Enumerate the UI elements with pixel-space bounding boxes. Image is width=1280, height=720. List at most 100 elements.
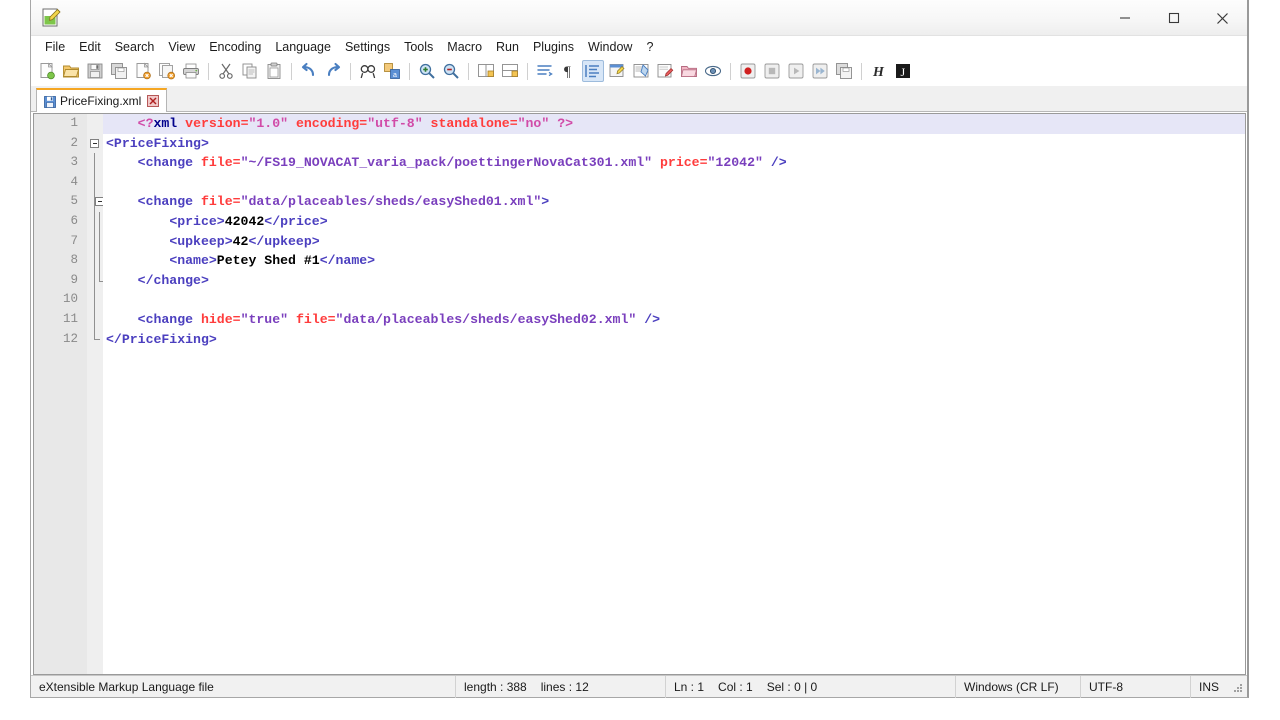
menu-item-view[interactable]: View: [161, 38, 202, 56]
paste-icon[interactable]: [263, 60, 285, 82]
menu-item-language[interactable]: Language: [268, 38, 338, 56]
code-line[interactable]: <change file="data/placeables/sheds/easy…: [103, 192, 1245, 212]
function-list-icon[interactable]: [654, 60, 676, 82]
save-macro-icon[interactable]: [833, 60, 855, 82]
stop-recording-icon[interactable]: [761, 60, 783, 82]
close-button[interactable]: [1198, 0, 1247, 36]
code-token: [288, 312, 296, 327]
menu-item-file[interactable]: File: [38, 38, 72, 56]
code-token: />: [771, 155, 787, 170]
menu-item-plugins[interactable]: Plugins: [526, 38, 581, 56]
code-token: [423, 116, 431, 131]
code-token: <upkeep>: [169, 234, 232, 249]
code-line[interactable]: </change>: [103, 271, 1245, 291]
document-map-icon[interactable]: [630, 60, 652, 82]
code-token: [106, 234, 169, 249]
code-token: Petey Shed #1: [217, 253, 320, 268]
status-insert-mode: INS: [1191, 676, 1236, 698]
line-number: 2: [34, 134, 87, 154]
copy-icon[interactable]: [239, 60, 261, 82]
monitoring-icon[interactable]: [702, 60, 724, 82]
code-token: price: [660, 155, 700, 170]
sync-horizontal-scroll-icon[interactable]: [499, 60, 521, 82]
folder-as-workspace-icon[interactable]: [678, 60, 700, 82]
fold-toggle-icon[interactable]: [90, 139, 99, 148]
resize-grip-icon[interactable]: [1232, 682, 1244, 694]
replace-icon[interactable]: a: [381, 60, 403, 82]
code-token: "data/placeables/sheds/easyShed02.xml": [336, 312, 637, 327]
menu-item-run[interactable]: Run: [489, 38, 526, 56]
code-line[interactable]: <upkeep>42</upkeep>: [103, 232, 1245, 252]
code-token: </PriceFixing>: [106, 332, 217, 347]
close-tab-icon[interactable]: [147, 95, 159, 107]
toolbar: a ¶ HJ: [31, 58, 1247, 84]
menu-item-[interactable]: ?: [639, 38, 660, 56]
code-token: "no": [518, 116, 550, 131]
undo-icon[interactable]: [298, 60, 320, 82]
code-token: 42: [233, 234, 249, 249]
zoom-out-icon[interactable]: [440, 60, 462, 82]
run-macro-multiple-icon[interactable]: [809, 60, 831, 82]
code-token: version: [185, 116, 240, 131]
h-format-icon[interactable]: H: [868, 60, 890, 82]
code-line[interactable]: <change file="~/FS19_NOVACAT_varia_pack/…: [103, 153, 1245, 173]
code-token: />: [644, 312, 660, 327]
new-file-icon[interactable]: [36, 60, 58, 82]
save-icon[interactable]: [84, 60, 106, 82]
editor[interactable]: 123456789101112 <?xml version="1.0" enco…: [33, 113, 1246, 675]
menu-item-macro[interactable]: Macro: [440, 38, 489, 56]
show-all-characters-icon[interactable]: ¶: [558, 60, 580, 82]
code-token: <?: [138, 116, 154, 131]
code-line[interactable]: [103, 173, 1245, 193]
print-icon[interactable]: [180, 60, 202, 82]
code-token: [106, 194, 138, 209]
close-all-files-icon[interactable]: [156, 60, 178, 82]
menu-item-search[interactable]: Search: [108, 38, 162, 56]
maximize-button[interactable]: [1149, 0, 1198, 36]
code-token: file: [201, 194, 233, 209]
line-number: 12: [34, 330, 87, 350]
status-document-type-label: eXtensible Markup Language file: [39, 680, 214, 694]
menu-bar: FileEditSearchViewEncodingLanguageSettin…: [31, 36, 1247, 58]
code-line[interactable]: [103, 290, 1245, 310]
line-number: 4: [34, 173, 87, 193]
j-format-icon[interactable]: J: [892, 60, 914, 82]
open-file-icon[interactable]: [60, 60, 82, 82]
code-line[interactable]: <PriceFixing>: [103, 134, 1245, 154]
toolbar-separator: [291, 63, 292, 80]
minimize-button[interactable]: [1100, 0, 1149, 36]
sync-vertical-scroll-icon[interactable]: [475, 60, 497, 82]
tab-pricefixing-xml[interactable]: PriceFixing.xml: [36, 88, 167, 112]
code-line[interactable]: <?xml version="1.0" encoding="utf-8" sta…: [103, 114, 1245, 134]
indent-guide-icon[interactable]: [582, 60, 604, 82]
code-area[interactable]: <?xml version="1.0" encoding="utf-8" sta…: [103, 114, 1245, 674]
zoom-in-icon[interactable]: [416, 60, 438, 82]
code-token: [177, 116, 185, 131]
user-defined-language-icon[interactable]: [606, 60, 628, 82]
fold-margin[interactable]: [87, 114, 103, 674]
menu-item-window[interactable]: Window: [581, 38, 639, 56]
redo-icon[interactable]: [322, 60, 344, 82]
playback-macro-icon[interactable]: [785, 60, 807, 82]
code-line[interactable]: </PriceFixing>: [103, 330, 1245, 350]
word-wrap-icon[interactable]: [534, 60, 556, 82]
menu-item-tools[interactable]: Tools: [397, 38, 440, 56]
find-icon[interactable]: [357, 60, 379, 82]
svg-text:J: J: [901, 65, 906, 79]
cut-icon[interactable]: [215, 60, 237, 82]
code-token: <change: [138, 155, 193, 170]
menu-item-edit[interactable]: Edit: [72, 38, 108, 56]
code-line[interactable]: <price>42042</price>: [103, 212, 1245, 232]
menu-item-settings[interactable]: Settings: [338, 38, 397, 56]
code-token: "data/placeables/sheds/easyShed01.xml": [241, 194, 542, 209]
menu-item-encoding[interactable]: Encoding: [202, 38, 268, 56]
code-line[interactable]: <change hide="true" file="data/placeable…: [103, 310, 1245, 330]
status-encoding-label: UTF-8: [1089, 680, 1123, 694]
code-token: "utf-8": [367, 116, 422, 131]
code-line[interactable]: <name>Petey Shed #1</name>: [103, 251, 1245, 271]
save-all-icon[interactable]: [108, 60, 130, 82]
tab-label: PriceFixing.xml: [60, 94, 141, 108]
code-token: xml: [153, 116, 177, 131]
close-file-icon[interactable]: [132, 60, 154, 82]
record-macro-icon[interactable]: [737, 60, 759, 82]
